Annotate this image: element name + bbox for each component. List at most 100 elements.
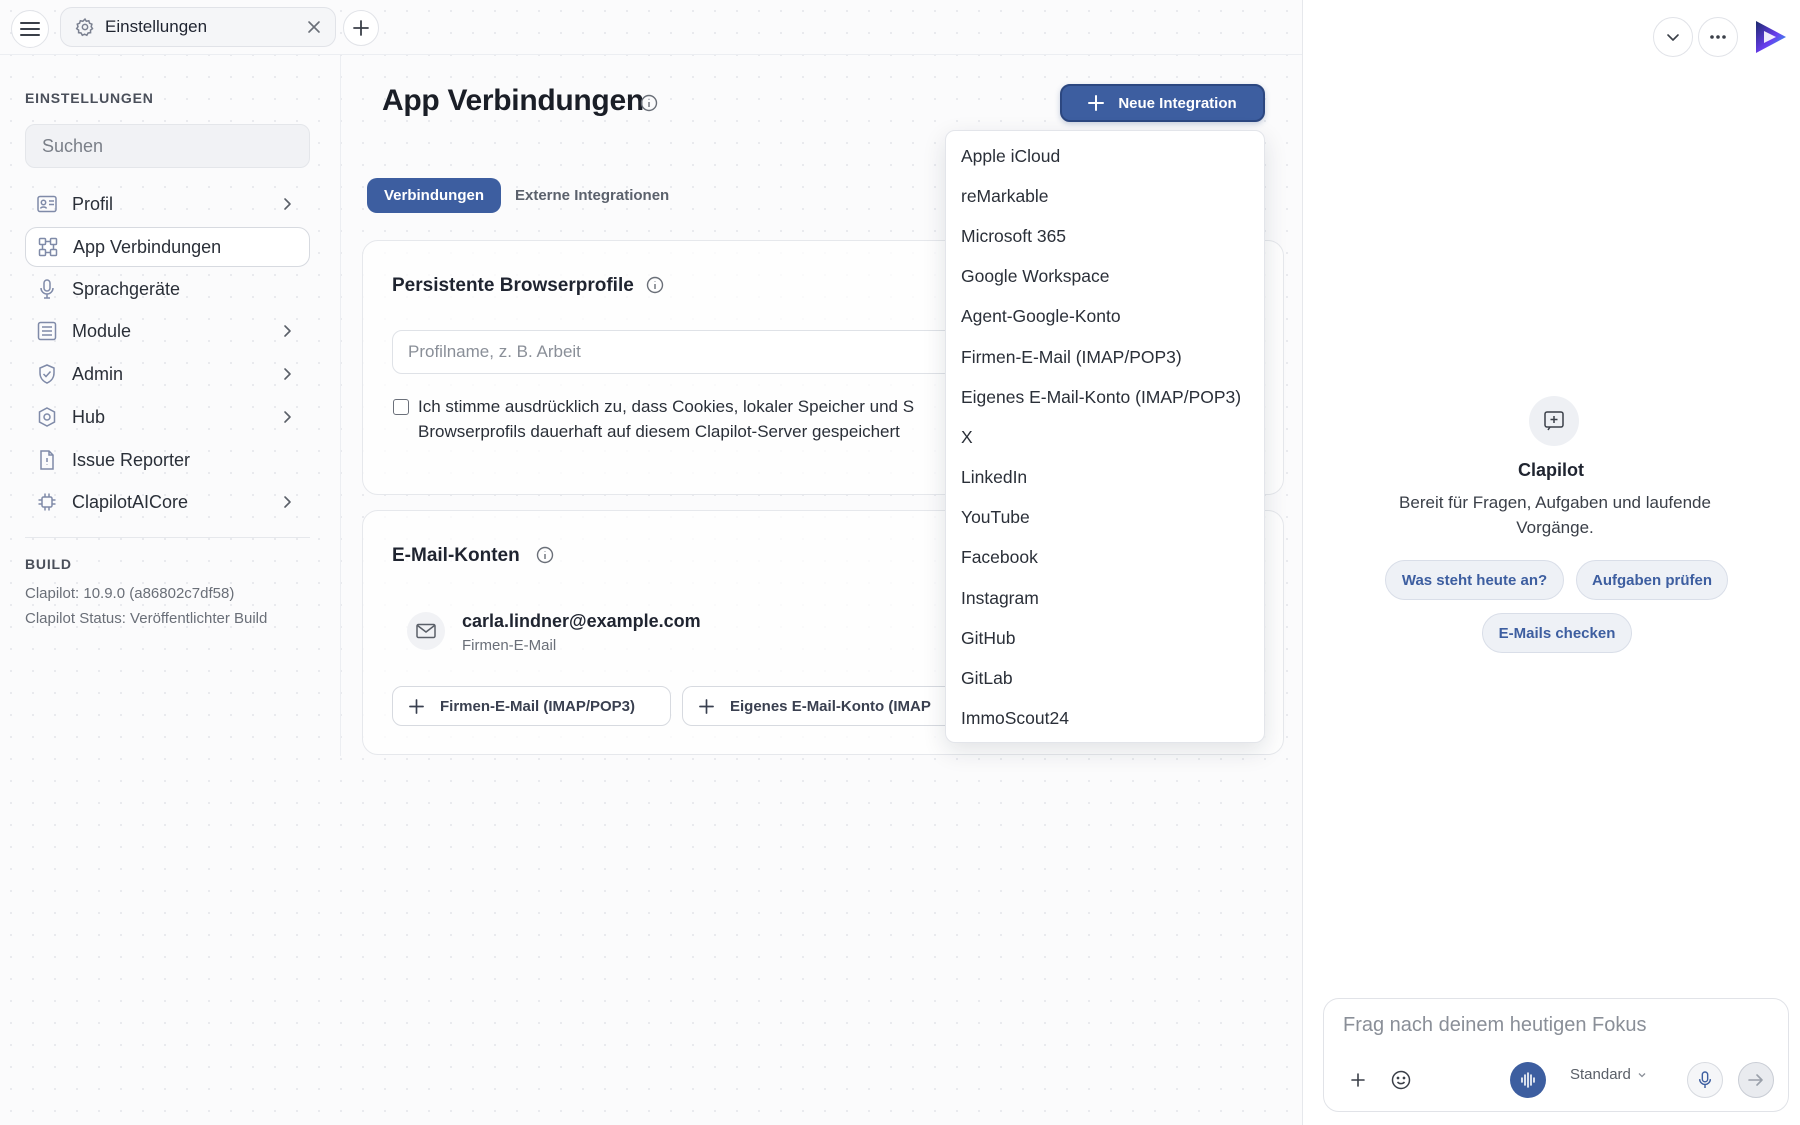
consent-checkbox[interactable]: [393, 399, 409, 415]
consent-line-1: Ich stimme ausdrücklich zu, dass Cookies…: [418, 397, 915, 416]
plus-icon: [353, 20, 369, 36]
profile-card-icon: [37, 194, 57, 214]
menu-item-youtube[interactable]: YouTube: [946, 498, 1264, 538]
menu-item-remarkable[interactable]: reMarkable: [946, 176, 1264, 216]
sidebar-item-admin[interactable]: Admin: [25, 354, 310, 394]
composer-input[interactable]: Frag nach deinem heutigen Fokus: [1343, 1014, 1647, 1037]
chevron-right-icon: [280, 367, 298, 381]
arrow-right-icon: [1748, 1073, 1764, 1087]
assistant-name: Clapilot: [1518, 460, 1584, 480]
menu-item-google-workspace[interactable]: Google Workspace: [946, 257, 1264, 297]
sidebar-item-label: App Verbindungen: [73, 236, 222, 257]
profile-name-input[interactable]: Profilname, z. B. Arbeit: [392, 330, 992, 374]
shield-icon: [37, 364, 57, 384]
page-title: App Verbindungen: [382, 84, 644, 117]
sidebar-heading: EINSTELLUNGEN: [25, 90, 154, 106]
menu-item-linkedin[interactable]: LinkedIn: [946, 458, 1264, 498]
menu-item-immoscout24[interactable]: ImmoScout24: [946, 699, 1264, 739]
search-placeholder: Suchen: [42, 135, 104, 156]
gear-icon: [75, 17, 95, 37]
integration-dropdown: Apple iCloud reMarkable Microsoft 365 Go…: [945, 130, 1265, 743]
plus-icon: [699, 698, 714, 714]
new-integration-label: Neue Integration: [1118, 94, 1237, 112]
clapilot-logo: [1750, 17, 1790, 57]
consent-line-2: Browserprofils dauerhaft auf diesem Clap…: [418, 422, 900, 441]
menu-item-facebook[interactable]: Facebook: [946, 538, 1264, 578]
sidebar-item-label: ClapilotAICore: [72, 491, 189, 512]
top-divider: [0, 54, 1302, 55]
suggestion-chip-heute[interactable]: Was steht heute an?: [1385, 560, 1564, 600]
menu-item-apple-icloud[interactable]: Apple iCloud: [946, 136, 1264, 176]
build-status: Clapilot Status: Veröffentlichter Build: [25, 610, 268, 627]
menu-item-x[interactable]: X: [946, 417, 1264, 457]
add-company-email-button[interactable]: Firmen-E-Mail (IMAP/POP3): [392, 686, 671, 726]
microphone-icon: [1697, 1071, 1713, 1089]
sidebar-item-issue-reporter[interactable]: Issue Reporter: [25, 440, 310, 480]
connections-icon: [38, 237, 58, 257]
sidebar-item-module[interactable]: Module: [25, 311, 310, 351]
build-version: Clapilot: 10.9.0 (a86802c7df58): [25, 585, 235, 602]
emoji-button[interactable]: [1383, 1062, 1419, 1098]
chevron-right-icon: [280, 197, 298, 211]
info-icon[interactable]: [536, 546, 554, 564]
menu-item-firmen-email[interactable]: Firmen-E-Mail (IMAP/POP3): [946, 337, 1264, 377]
menu-item-gitlab[interactable]: GitLab: [946, 658, 1264, 698]
voice-mode-button[interactable]: [1510, 1062, 1546, 1098]
email-accounts-title: E-Mail-Konten: [392, 545, 520, 566]
tab-externe-integrationen[interactable]: Externe Integrationen: [515, 178, 669, 213]
sidebar-item-sprachgeraete[interactable]: Sprachgeräte: [25, 269, 310, 309]
sidebar-border: [340, 56, 341, 756]
menu-item-instagram[interactable]: Instagram: [946, 578, 1264, 618]
sidebar-item-label: Sprachgeräte: [72, 278, 181, 299]
new-integration-button[interactable]: Neue Integration: [1060, 84, 1265, 122]
menu-button[interactable]: [11, 10, 49, 48]
account-email: carla.lindner@example.com: [462, 611, 701, 631]
plus-icon: [1088, 95, 1105, 111]
chevron-down-icon: [1637, 1070, 1647, 1080]
menu-item-eigenes-email[interactable]: Eigenes E-Mail-Konto (IMAP/POP3): [946, 377, 1264, 417]
microphone-button[interactable]: [1687, 1062, 1723, 1098]
sidebar-item-label: Module: [72, 320, 132, 341]
smiley-icon: [1391, 1070, 1411, 1090]
sidebar-item-label: Profil: [72, 193, 114, 214]
sidebar-item-clapilotaicore[interactable]: ClapilotAICore: [25, 482, 310, 522]
sidebar-divider: [25, 537, 310, 538]
sidebar-item-profil[interactable]: Profil: [25, 184, 310, 224]
assistant-subtitle: Bereit für Fragen, Aufgaben und laufende…: [1399, 493, 1711, 537]
browser-profiles-title: Persistente Browserprofile: [392, 275, 634, 296]
microphone-icon: [37, 279, 57, 299]
chevron-right-icon: [280, 410, 298, 424]
sidebar-item-app-verbindungen[interactable]: App Verbindungen: [25, 227, 310, 267]
assistant-avatar: [1529, 396, 1579, 446]
tab-verbindungen[interactable]: Verbindungen: [367, 178, 501, 213]
search-input[interactable]: Suchen: [25, 124, 310, 168]
suggestion-chip-aufgaben[interactable]: Aufgaben prüfen: [1576, 560, 1728, 600]
profile-name-placeholder: Profilname, z. B. Arbeit: [408, 342, 581, 361]
menu-item-microsoft-365[interactable]: Microsoft 365: [946, 216, 1264, 256]
new-tab-button[interactable]: [343, 10, 379, 46]
audio-waveform-icon: [1518, 1070, 1538, 1090]
mode-select[interactable]: Standard: [1570, 1066, 1647, 1083]
sidebar-item-label: Admin: [72, 363, 124, 384]
account-avatar: [407, 612, 445, 650]
menu-item-agent-google-konto[interactable]: Agent-Google-Konto: [946, 297, 1264, 337]
modules-icon: [37, 321, 57, 341]
collapse-button[interactable]: [1653, 17, 1693, 57]
send-button[interactable]: [1738, 1062, 1774, 1098]
consent-text: Ich stimme ausdrücklich zu, dass Cookies…: [418, 394, 978, 444]
mail-icon: [416, 623, 436, 639]
info-icon[interactable]: [640, 94, 658, 112]
info-icon[interactable]: [646, 276, 664, 294]
sidebar-item-hub[interactable]: Hub: [25, 397, 310, 437]
tab-einstellungen[interactable]: Einstellungen: [60, 7, 336, 47]
more-options-button[interactable]: [1698, 17, 1738, 57]
chevron-right-icon: [280, 324, 298, 338]
chat-plus-icon: [1543, 410, 1565, 432]
add-own-email-button[interactable]: Eigenes E-Mail-Konto (IMAP: [682, 686, 952, 726]
add-company-email-label: Firmen-E-Mail (IMAP/POP3): [440, 697, 636, 715]
document-icon: [37, 450, 57, 470]
suggestion-chip-emails[interactable]: E-Mails checken: [1482, 613, 1632, 653]
close-icon[interactable]: [307, 20, 321, 34]
menu-item-github[interactable]: GitHub: [946, 618, 1264, 658]
attach-button[interactable]: [1340, 1062, 1376, 1098]
